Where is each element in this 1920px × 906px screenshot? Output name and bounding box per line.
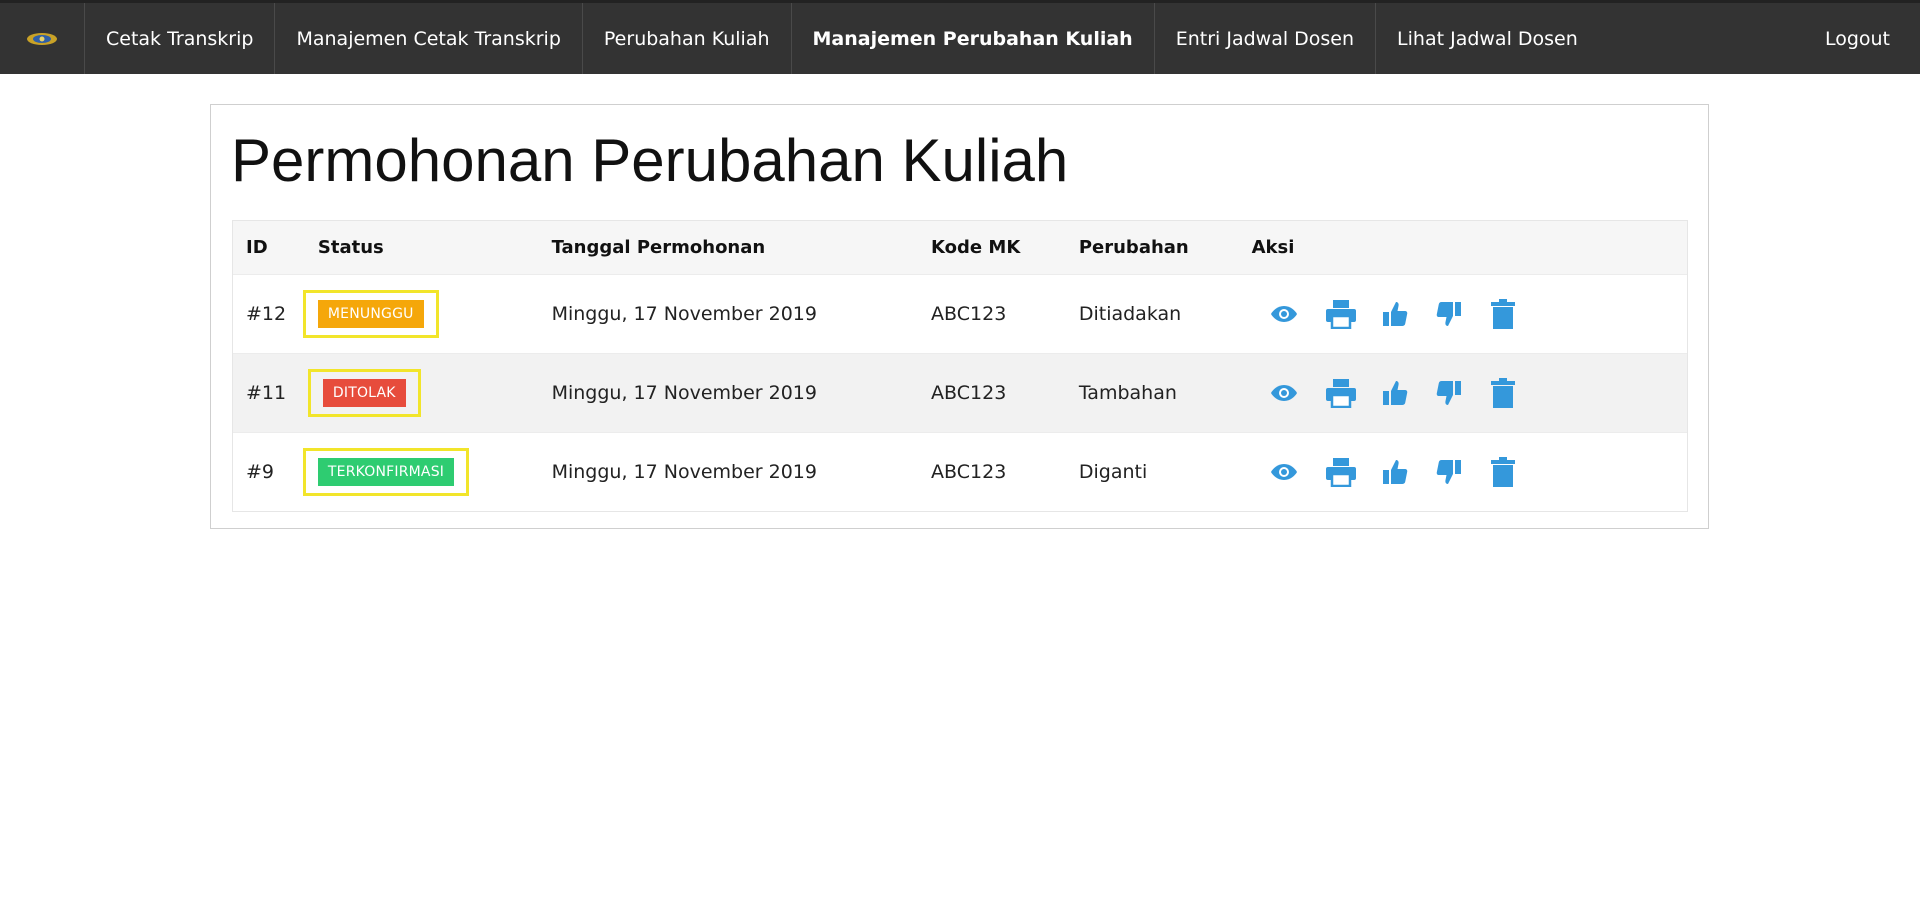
row-actions (1252, 294, 1687, 334)
reject-button[interactable] (1429, 294, 1469, 334)
status-cell: MENUNGGU (302, 290, 552, 338)
requests-table: ID Status Tanggal Permohonan Kode MK Per… (232, 220, 1688, 512)
thumbs-up-icon (1382, 302, 1407, 326)
header-aksi: Aksi (1251, 237, 1295, 258)
print-button[interactable] (1321, 452, 1361, 492)
delete-button[interactable] (1483, 294, 1523, 334)
header-kode-mk: Kode MK (931, 237, 1021, 258)
header-id: ID (246, 237, 268, 258)
header-tanggal: Tanggal Permohonan (551, 237, 766, 258)
nav-item-manajemen-cetak-transkrip[interactable]: Manajemen Cetak Transkrip (274, 3, 581, 74)
logout-link[interactable]: Logout (1825, 3, 1890, 74)
navbar: Cetak Transkrip Manajemen Cetak Transkri… (0, 0, 1920, 74)
status-cell: DITOLAK (307, 369, 552, 417)
approve-button[interactable] (1375, 373, 1415, 413)
thumbs-up-icon (1382, 381, 1407, 405)
row-perubahan: Diganti (1078, 461, 1148, 483)
approve-button[interactable] (1375, 452, 1415, 492)
thumbs-down-icon (1436, 460, 1461, 484)
nav-item-cetak-transkrip[interactable]: Cetak Transkrip (84, 3, 274, 74)
table-header: ID Status Tanggal Permohonan Kode MK Per… (233, 221, 1687, 274)
status-highlight: DITOLAK (307, 369, 421, 417)
eye-icon (1270, 464, 1297, 480)
table-row: #11 DITOLAK Minggu, 17 November 2019 ABC… (233, 353, 1687, 432)
reject-button[interactable] (1429, 373, 1469, 413)
status-badge: TERKONFIRMASI (317, 458, 455, 486)
printer-icon (1325, 300, 1356, 329)
eye-icon (1270, 385, 1297, 401)
row-actions (1252, 452, 1687, 492)
approve-button[interactable] (1375, 294, 1415, 334)
thumbs-down-icon (1436, 381, 1461, 405)
row-tanggal: Minggu, 17 November 2019 (551, 303, 817, 325)
status-highlight: MENUNGGU (302, 290, 439, 338)
delete-button[interactable] (1483, 452, 1523, 492)
delete-button[interactable] (1483, 373, 1523, 413)
row-perubahan: Ditiadakan (1078, 303, 1182, 325)
row-tanggal: Minggu, 17 November 2019 (551, 382, 817, 404)
printer-icon (1325, 379, 1356, 408)
row-perubahan: Tambahan (1078, 382, 1177, 404)
trash-icon (1490, 299, 1515, 329)
table-row: #9 TERKONFIRMASI Minggu, 17 November 201… (233, 432, 1687, 511)
view-button[interactable] (1264, 294, 1304, 334)
content-card: Permohonan Perubahan Kuliah ID Status Ta… (210, 104, 1709, 529)
table-row: #12 MENUNGGU Minggu, 17 November 2019 AB… (233, 274, 1687, 353)
view-button[interactable] (1264, 452, 1304, 492)
nav-item-lihat-jadwal-dosen[interactable]: Lihat Jadwal Dosen (1375, 3, 1599, 74)
status-badge: DITOLAK (322, 379, 406, 407)
view-button[interactable] (1264, 373, 1304, 413)
brand-logo[interactable] (0, 3, 84, 74)
status-highlight: TERKONFIRMASI (302, 448, 470, 496)
print-button[interactable] (1321, 294, 1361, 334)
reject-button[interactable] (1429, 452, 1469, 492)
page-title: Permohonan Perubahan Kuliah (231, 127, 1069, 194)
nav-item-perubahan-kuliah[interactable]: Perubahan Kuliah (581, 3, 791, 74)
nav-item-manajemen-perubahan-kuliah[interactable]: Manajemen Perubahan Kuliah (790, 3, 1154, 74)
row-id: #11 (246, 382, 287, 404)
row-tanggal: Minggu, 17 November 2019 (551, 461, 817, 483)
printer-icon (1325, 458, 1356, 487)
row-kode-mk: ABC123 (931, 303, 1007, 325)
status-cell: TERKONFIRMASI (302, 448, 552, 496)
nav-item-entri-jadwal-dosen[interactable]: Entri Jadwal Dosen (1153, 3, 1375, 74)
status-badge: MENUNGGU (317, 300, 424, 328)
print-button[interactable] (1321, 373, 1361, 413)
row-kode-mk: ABC123 (931, 382, 1007, 404)
header-status: Status (317, 237, 384, 258)
thumbs-up-icon (1382, 460, 1407, 484)
trash-icon (1490, 457, 1515, 487)
header-perubahan: Perubahan (1078, 237, 1189, 258)
row-actions (1252, 373, 1687, 413)
row-kode-mk: ABC123 (931, 461, 1007, 483)
eye-icon (1270, 306, 1297, 322)
trash-icon (1490, 378, 1515, 408)
thumbs-down-icon (1436, 302, 1461, 326)
university-logo-icon (27, 32, 57, 45)
